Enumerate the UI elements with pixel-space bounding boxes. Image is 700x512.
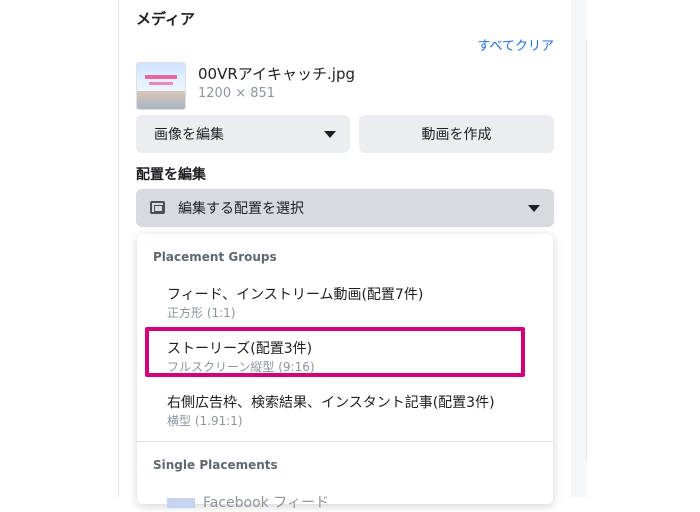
edit-image-label: 画像を編集: [154, 127, 224, 143]
placement-select[interactable]: 編集する配置を選択: [136, 189, 554, 227]
option-aspect: 正方形 (1:1): [167, 306, 236, 320]
single-placement-item[interactable]: Facebook フィード: [167, 492, 329, 512]
right-strip-divider: [586, 40, 587, 460]
clear-all-link[interactable]: すべてクリア: [477, 35, 554, 54]
device-icon: [150, 201, 165, 214]
create-video-label: 動画を作成: [421, 127, 492, 143]
media-thumbnail[interactable]: [136, 62, 186, 110]
right-scroll-strip: [571, 0, 587, 497]
file-name: 00VRアイキャッチ.jpg: [198, 65, 355, 83]
single-placements-header: Single Placements: [153, 458, 278, 472]
create-video-button[interactable]: 動画を作成: [359, 115, 554, 153]
edit-placement-title: 配置を編集: [136, 167, 206, 183]
highlight-box: [145, 327, 525, 377]
caret-down-icon: [528, 205, 540, 212]
left-background: [0, 0, 118, 497]
thumbnail-text-line: [145, 75, 177, 79]
thumbnail-text-line: [149, 82, 173, 85]
placement-thumbnail-icon: [167, 498, 195, 508]
placement-option-feed[interactable]: フィード、インストリーム動画(配置7件) 正方形 (1:1): [137, 284, 553, 324]
placement-groups-header: Placement Groups: [153, 250, 277, 264]
option-label: フィード、インストリーム動画(配置7件): [167, 287, 424, 303]
media-section-title: メディア: [136, 10, 195, 28]
single-placement-label: Facebook フィード: [203, 495, 329, 511]
dropdown-divider: [137, 441, 553, 442]
edit-image-button[interactable]: 画像を編集: [136, 115, 350, 153]
option-label: 右側広告枠、検索結果、インスタント記事(配置3件): [167, 395, 495, 411]
thumbnail-ground: [137, 91, 185, 109]
placement-select-label: 編集する配置を選択: [178, 201, 304, 217]
option-aspect: 横型 (1.91:1): [167, 414, 243, 428]
file-dimensions: 1200 × 851: [198, 86, 276, 101]
caret-down-icon: [324, 131, 336, 138]
placement-option-right-column[interactable]: 右側広告枠、検索結果、インスタント記事(配置3件) 横型 (1.91:1): [137, 392, 553, 432]
